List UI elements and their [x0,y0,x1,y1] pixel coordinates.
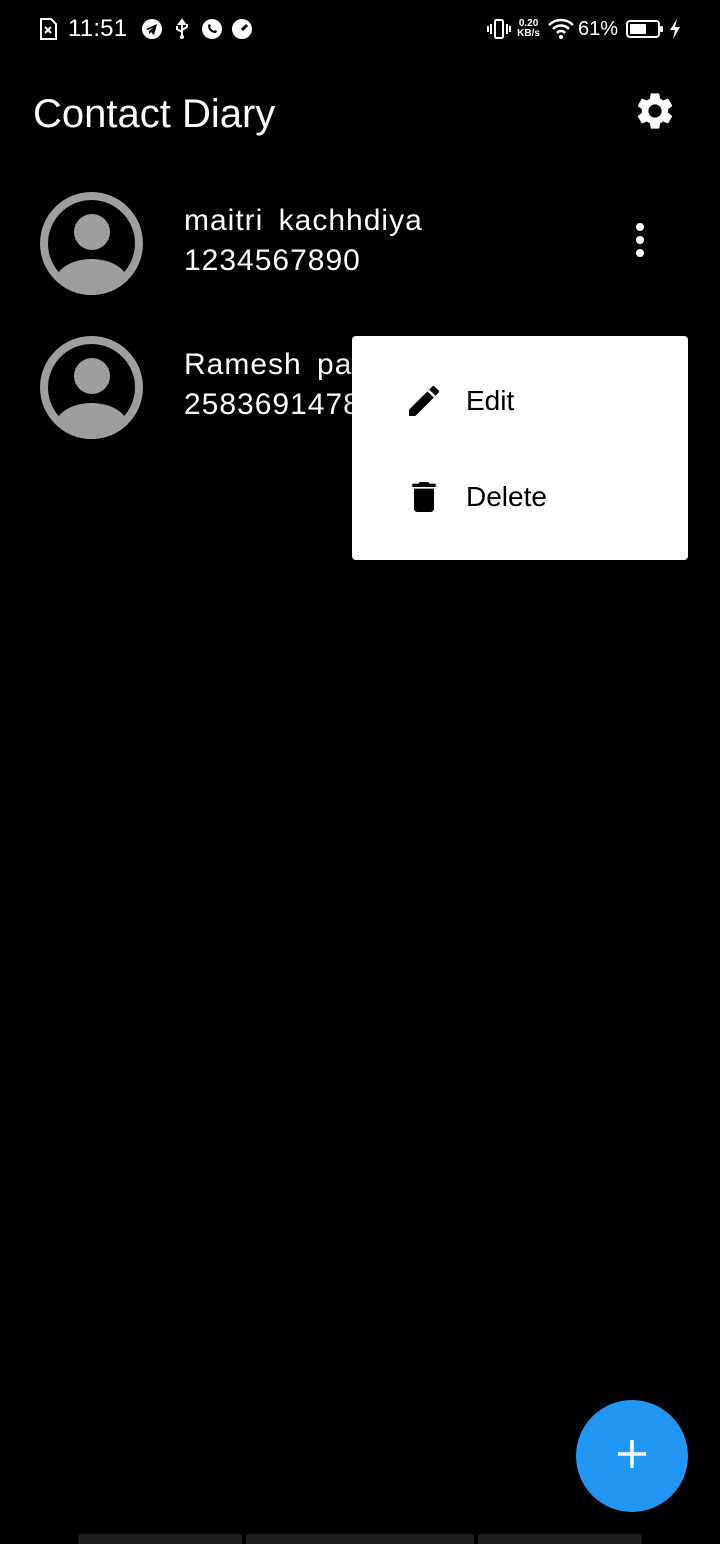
battery-percent: 61% [577,17,618,40]
avatar [40,192,143,295]
menu-item-delete[interactable]: Delete [352,449,688,545]
contact-list-item[interactable]: maitri kachhdiya 1234567890 [0,192,720,312]
vibrate-icon [487,18,512,40]
sim-off-icon [38,18,60,40]
contact-name: maitri kachhdiya [184,204,423,237]
nav-segment [478,1534,642,1544]
add-contact-button[interactable] [576,1400,688,1512]
status-bar-left: 11:51 [38,14,253,44]
page-title: Contact Diary [33,92,276,136]
menu-item-label: Edit [466,385,515,416]
contact-phone: 2583691478 [184,388,361,421]
menu-item-label: Delete [466,481,547,512]
more-vert-icon [636,223,644,231]
plus-icon [615,1437,649,1476]
menu-item-edit[interactable]: Edit [352,353,688,449]
navigation-bar [78,1534,642,1544]
speedometer-icon [231,18,253,40]
gear-icon [633,89,677,138]
charging-icon [668,18,682,40]
contact-name: Ramesh pa [184,348,353,381]
telegram-icon [141,18,163,40]
status-bar-right: 0.20 KB/s 61% [487,14,682,44]
usb-icon [171,18,193,40]
nav-segment [78,1534,242,1544]
whatsapp-icon [201,18,223,40]
battery-fill [630,24,646,34]
status-bar: 11:51 0.20 KB/s 61% [0,0,720,56]
contact-phone: 1234567890 [184,244,361,277]
nav-segment [246,1534,474,1544]
battery-icon [626,20,663,38]
avatar [40,336,143,439]
pencil-icon [404,381,444,421]
wifi-icon [548,18,574,40]
settings-button[interactable] [630,88,680,138]
more-options-button[interactable] [620,220,660,260]
status-time: 11:51 [68,15,128,42]
network-speed: 0.20 KB/s [517,19,540,39]
network-speed-unit: KB/s [517,28,540,39]
trash-icon [404,477,444,517]
popup-menu: Edit Delete [352,336,688,560]
